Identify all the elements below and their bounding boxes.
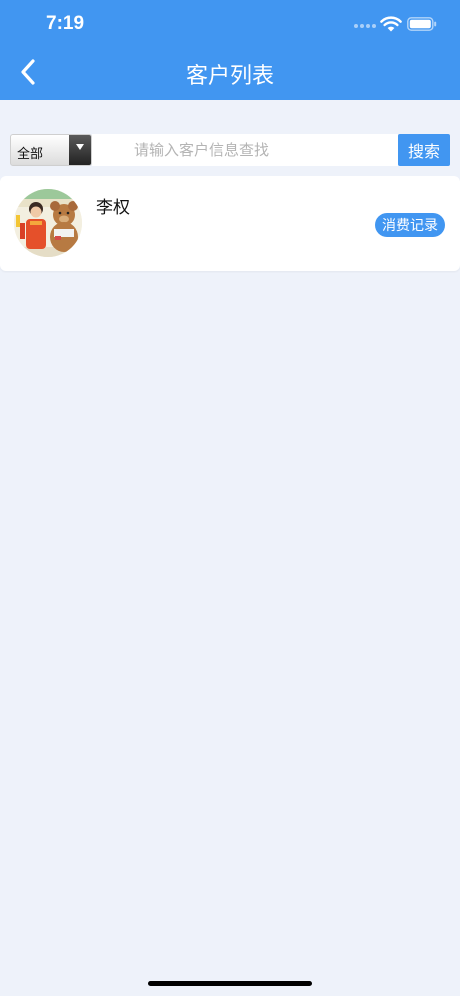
battery-icon — [407, 17, 437, 31]
header: 7:19 客户列表 — [0, 0, 460, 100]
nav-bar: 客户列表 — [0, 48, 460, 100]
wifi-icon — [380, 16, 402, 32]
customer-list: 李权 消费记录 — [0, 176, 460, 271]
dropdown-arrow-icon — [69, 135, 91, 165]
consumption-records-button[interactable]: 消费记录 — [375, 213, 445, 237]
home-indicator — [148, 981, 312, 986]
status-time: 7:19 — [46, 13, 85, 34]
avatar — [14, 189, 82, 257]
customer-name: 李权 — [96, 198, 130, 218]
status-bar: 7:19 — [0, 0, 460, 48]
search-input[interactable] — [92, 134, 398, 166]
search-bar: 全部 搜索 — [10, 134, 450, 166]
app-screen: 7:19 客户列表 全部 请输入客户信息查找 搜索 李权 消费记录 — [0, 0, 460, 996]
page-title: 客户列表 — [185, 64, 274, 89]
filter-dropdown[interactable]: 全部 — [10, 134, 92, 166]
cellular-signal-icon — [354, 24, 376, 30]
customer-list-item[interactable]: 李权 消费记录 — [0, 176, 460, 271]
search-button[interactable]: 搜索 — [398, 134, 450, 166]
filter-dropdown-label: 全部 — [17, 147, 44, 162]
